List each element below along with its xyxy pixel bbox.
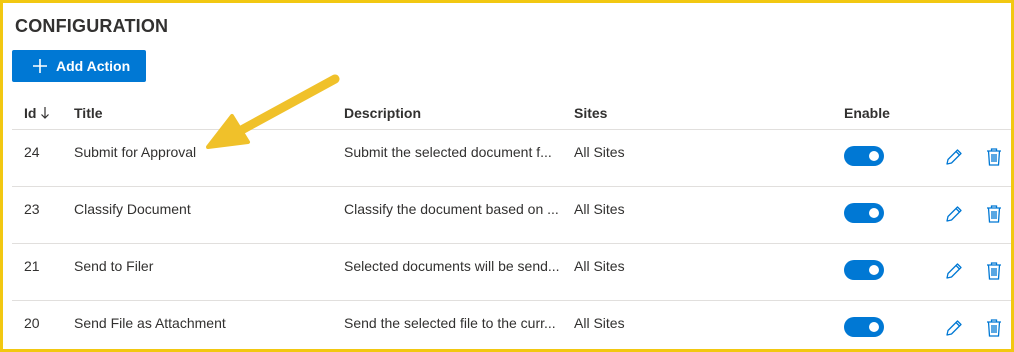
row-id: 24: [24, 144, 40, 160]
configuration-panel: CONFIGURATION Add Action Id Title Descri…: [0, 0, 1014, 352]
toggle-knob: [869, 151, 879, 161]
delete-icon[interactable]: [985, 261, 1003, 281]
row-description: Classify the document based on ...: [344, 201, 559, 217]
column-header-sites[interactable]: Sites: [574, 105, 694, 121]
enable-toggle[interactable]: [844, 260, 884, 280]
delete-icon[interactable]: [985, 204, 1003, 224]
row-title: Send File as Attachment: [74, 315, 226, 331]
table-row[interactable]: 21 Send to Filer Selected documents will…: [12, 243, 1011, 301]
edit-icon[interactable]: [944, 261, 964, 281]
toggle-knob: [869, 208, 879, 218]
add-action-button[interactable]: Add Action: [12, 50, 146, 82]
row-sites: All Sites: [574, 258, 625, 274]
row-sites: All Sites: [574, 144, 625, 160]
add-action-label: Add Action: [56, 58, 131, 74]
delete-icon[interactable]: [985, 318, 1003, 338]
arrow-down-icon: [41, 107, 50, 119]
page-title: CONFIGURATION: [15, 16, 169, 36]
annotation-arrow-icon: [206, 74, 340, 149]
enable-toggle[interactable]: [844, 203, 884, 223]
row-description: Submit the selected document f...: [344, 144, 552, 160]
row-id: 20: [24, 315, 40, 331]
row-sites: All Sites: [574, 315, 625, 331]
table-row[interactable]: 20 Send File as Attachment Send the sele…: [12, 300, 1011, 349]
table-header: Id Title Description Sites Enable: [12, 95, 1011, 130]
row-sites: All Sites: [574, 201, 625, 217]
row-description: Selected documents will be send...: [344, 258, 560, 274]
delete-icon[interactable]: [985, 147, 1003, 167]
enable-toggle[interactable]: [844, 146, 884, 166]
toggle-knob: [869, 322, 879, 332]
table-row[interactable]: 24 Submit for Approval Submit the select…: [12, 129, 1011, 187]
row-title: Classify Document: [74, 201, 191, 217]
column-header-id[interactable]: Id: [24, 105, 64, 121]
row-id: 23: [24, 201, 40, 217]
edit-icon[interactable]: [944, 147, 964, 167]
row-description: Send the selected file to the curr...: [344, 315, 556, 331]
edit-icon[interactable]: [944, 204, 964, 224]
table-row[interactable]: 23 Classify Document Classify the docume…: [12, 186, 1011, 244]
row-id: 21: [24, 258, 40, 274]
column-header-description[interactable]: Description: [344, 105, 562, 121]
plus-icon: [33, 59, 47, 73]
column-header-enable[interactable]: Enable: [844, 105, 924, 121]
row-title: Send to Filer: [74, 258, 154, 274]
toggle-knob: [869, 265, 879, 275]
edit-icon[interactable]: [944, 318, 964, 338]
enable-toggle[interactable]: [844, 317, 884, 337]
